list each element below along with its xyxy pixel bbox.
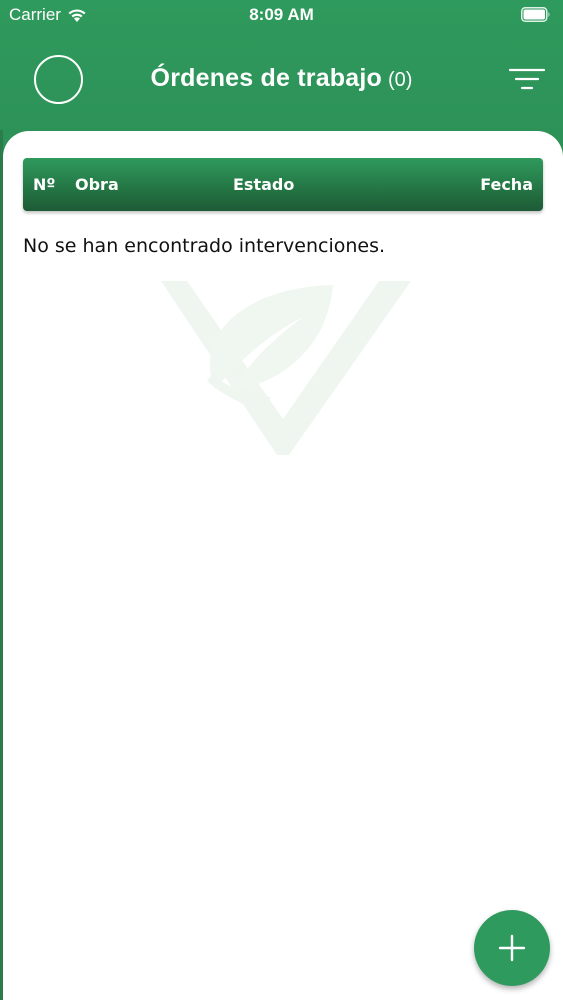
plus-icon bbox=[498, 934, 526, 962]
empty-state-message: No se han encontrado intervenciones. bbox=[23, 235, 386, 257]
order-count: (0) bbox=[388, 69, 413, 91]
column-header-obra[interactable]: Obra bbox=[75, 175, 119, 195]
app-screen: Carrier 8:09 AM Órdenes de trabajo (0) N… bbox=[0, 0, 563, 1000]
column-header-number[interactable]: Nº bbox=[33, 175, 55, 195]
page-title-text: Órdenes de trabajo bbox=[150, 64, 382, 92]
filter-icon[interactable] bbox=[509, 68, 545, 90]
column-header-fecha[interactable]: Fecha bbox=[480, 175, 533, 195]
battery-icon bbox=[521, 7, 550, 22]
add-order-button[interactable] bbox=[474, 910, 550, 986]
page-title: Órdenes de trabajo (0) bbox=[0, 64, 563, 93]
status-time: 8:09 AM bbox=[249, 5, 314, 24]
status-bar: Carrier 8:09 AM bbox=[0, 0, 563, 30]
column-header-estado[interactable]: Estado bbox=[233, 175, 294, 195]
content-card: Nº Obra Estado Fecha No se han encontrad… bbox=[3, 131, 563, 1000]
app-header: Órdenes de trabajo (0) bbox=[0, 30, 563, 130]
table-header: Nº Obra Estado Fecha bbox=[23, 158, 543, 211]
leaf-logo-watermark bbox=[161, 281, 411, 455]
